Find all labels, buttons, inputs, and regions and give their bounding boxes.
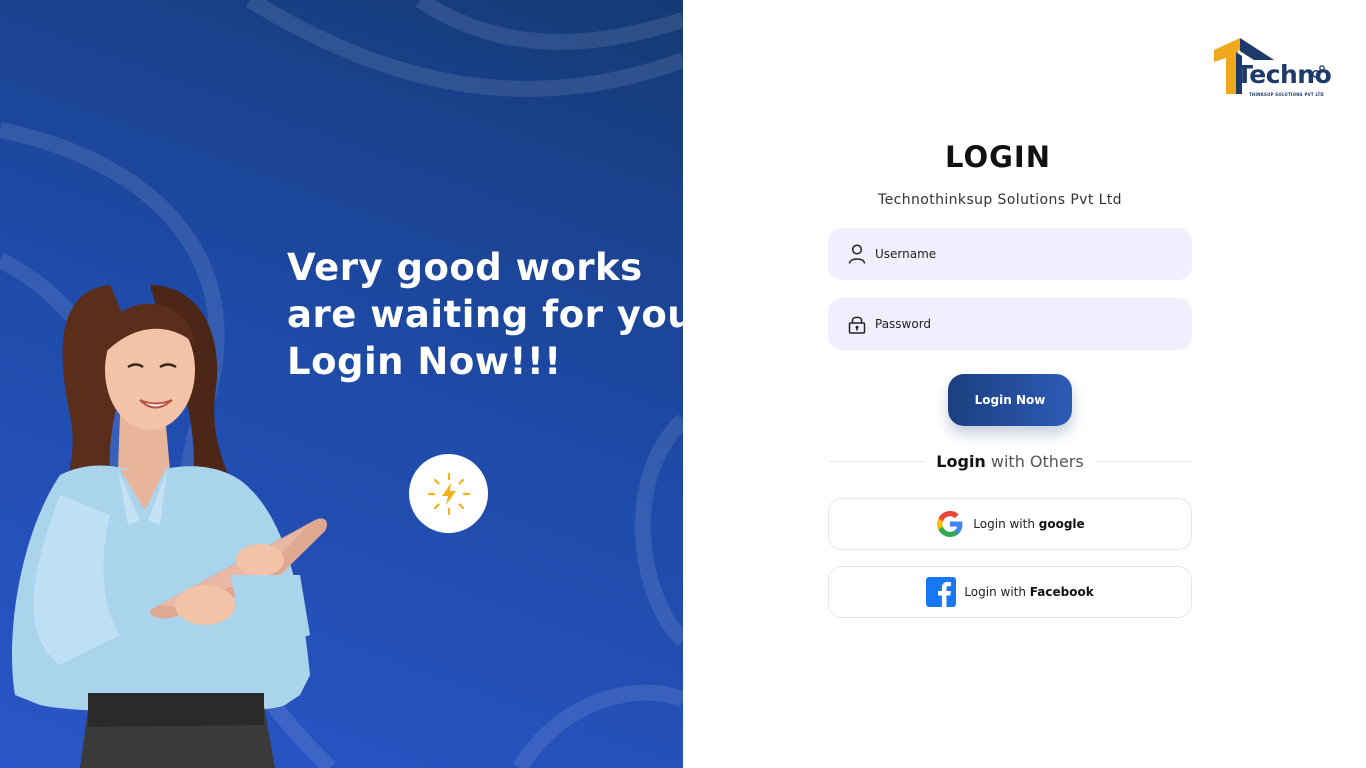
login-with-facebook-button[interactable]: Login with Facebook [828,566,1192,618]
lightning-icon [427,472,470,515]
password-input[interactable] [875,317,1175,331]
google-label-bold: google [1038,517,1085,531]
lock-icon [848,316,866,334]
logo-tagline: THINKSUP SOLUTIONS PVT LTD [1249,92,1324,97]
username-field[interactable] [828,228,1192,280]
facebook-label-bold: Facebook [1029,585,1094,599]
login-with-google-button[interactable]: Login with google [828,498,1192,550]
facebook-icon [926,577,957,607]
lightning-badge [409,454,488,533]
headline-line-2: are waiting for you [287,293,683,336]
company-name: Technothinksup Solutions Pvt Ltd [878,192,1122,208]
others-bold: Login [936,452,986,471]
username-input[interactable] [875,247,1175,261]
user-icon [848,244,866,264]
woman-with-tablet-image [12,285,327,768]
headline-line-3: Login Now!!! [287,340,562,383]
password-field[interactable] [828,298,1192,350]
google-label-prefix: Login with [973,517,1039,531]
hero-panel: Very good works are waiting for you Logi… [0,0,683,768]
facebook-label-prefix: Login with [964,585,1030,599]
logo-wordmark: Techno [1236,60,1332,89]
login-title: LOGIN [945,140,1051,174]
google-icon [935,509,965,539]
others-rest: with Others [985,452,1084,471]
login-with-others-label: Login with Others [925,452,1095,474]
hero-headline: Very good works are waiting for you Logi… [287,244,683,385]
headline-line-1: Very good works [287,246,643,289]
login-now-button[interactable]: Login Now [948,374,1072,426]
